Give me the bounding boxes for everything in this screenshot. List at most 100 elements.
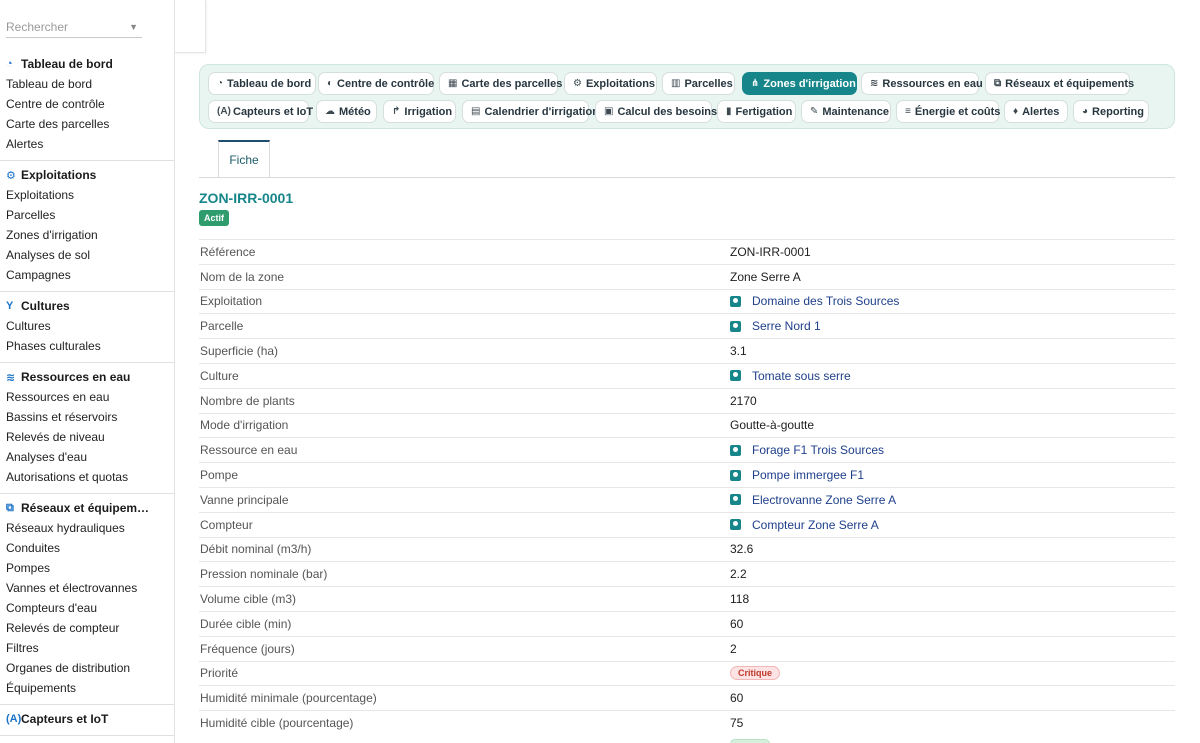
field-value[interactable]: Domaine des Trois Sources	[730, 294, 899, 308]
tab-reporting[interactable]: ◕ Reporting	[1073, 100, 1149, 123]
sidebar-group-label: Tableau de bord	[21, 57, 113, 71]
sidebar-item[interactable]: Analyses de sol	[0, 245, 174, 265]
tab-tableau-de-bord[interactable]: ◔ Tableau de bord	[208, 72, 316, 95]
sidebar-item[interactable]: Équipements	[0, 678, 174, 698]
field-value[interactable]: Forage F1 Trois Sources	[730, 443, 884, 457]
tab-label: Maintenance	[822, 105, 890, 118]
tab-zones-d-irrigation[interactable]: ⋔ Zones d'irrigation	[742, 72, 857, 95]
sidebar-group-title[interactable]: ⚙ Exploitations	[0, 165, 174, 185]
field-value[interactable]: Serre Nord 1	[730, 319, 821, 333]
detail-row: Compteur Compteur Zone Serre A	[199, 511, 1175, 537]
tab-exploitations[interactable]: ⚙ Exploitations	[564, 72, 657, 95]
sidebar-group-label: Exploitations	[21, 168, 97, 182]
sidebar-item[interactable]: Autorisations et quotas	[0, 467, 174, 487]
sidebar-item[interactable]: Alertes	[0, 134, 174, 154]
tab-parcelles[interactable]: ▥ Parcelles	[662, 72, 735, 95]
tab-maintenance[interactable]: ✎ Maintenance	[801, 100, 891, 123]
field-value: 60	[730, 617, 743, 631]
search-input[interactable]: Rechercher ▼	[6, 16, 142, 38]
field-label: Volume cible (m3)	[200, 592, 297, 607]
field-label: Exploitation	[200, 294, 263, 309]
calendar-icon: ▤	[471, 106, 481, 117]
record-link-icon	[730, 494, 741, 506]
tab-ressources-en-eau[interactable]: ≋ Ressources en eau	[861, 72, 983, 95]
field-value-text: 2	[730, 641, 737, 656]
tab-m-t-o[interactable]: ☁ Météo	[316, 100, 377, 123]
gauge-icon: ◔	[6, 58, 13, 70]
sidebar-item[interactable]: Réseaux hydrauliques	[0, 518, 174, 538]
sidebar-item[interactable]: Bassins et réservoirs	[0, 407, 174, 427]
sensor-icon: (A)	[217, 106, 231, 117]
field-value: Goutte-à-goutte	[730, 418, 814, 432]
field-value-text: Electrovanne Zone Serre A	[752, 492, 897, 507]
sidebar-item[interactable]: Compteurs d'eau	[0, 598, 174, 618]
sidebar-item[interactable]: Vannes et électrovannes	[0, 578, 174, 598]
sidebar-group-title[interactable]: (A) Capteurs et IoT	[0, 709, 174, 729]
sidebar-group-title[interactable]: ⧉ Réseaux et équipem…	[0, 498, 174, 518]
sidebar: Rechercher ▼ ◔ Tableau de bord Tableau de …	[0, 0, 175, 743]
sidebar-group: (A) Capteurs et IoT	[0, 705, 174, 736]
sidebar-item[interactable]: Exploitations	[0, 185, 174, 205]
sidebar-item[interactable]: Analyses d'eau	[0, 447, 174, 467]
record-title: ZON-IRR-0001	[199, 190, 294, 206]
tab-label: Ressources en eau	[882, 77, 983, 90]
chart-pie-icon: ◕	[1082, 106, 1089, 117]
sidebar-item[interactable]: Relevés de compteur	[0, 618, 174, 638]
sidebar-item[interactable]: Campagnes	[0, 265, 174, 285]
sidebar-item[interactable]: Filtres	[0, 638, 174, 658]
tab--nergie-et-co-ts[interactable]: ≡ Énergie et coûts	[896, 100, 1000, 123]
field-label: Débit nominal (m3/h)	[200, 542, 312, 557]
field-value[interactable]: Compteur Zone Serre A	[730, 518, 879, 532]
sidebar-item[interactable]: Relevés de niveau	[0, 427, 174, 447]
sidebar-item[interactable]: Phases culturales	[0, 336, 174, 356]
record-link-icon	[730, 444, 741, 456]
sidebar-item[interactable]: Pompes	[0, 558, 174, 578]
tab-calcul-des-besoins[interactable]: ▣ Calcul des besoins	[595, 100, 717, 123]
detail-row: Nom de la zone Zone Serre A	[199, 263, 1175, 289]
field-value[interactable]: Tomate sous serre	[730, 369, 851, 383]
field-value-text: Pompe immergee F1	[752, 468, 865, 483]
field-label: Ressource en eau	[200, 443, 298, 458]
tab-fiche[interactable]: Fiche	[218, 140, 270, 178]
field-value[interactable]: Electrovanne Zone Serre A	[730, 493, 896, 507]
sidebar-item[interactable]: Organes de distribution	[0, 658, 174, 678]
tab-label: Météo	[339, 105, 371, 118]
tab-calendrier-d-irrigation[interactable]: ▤ Calendrier d'irrigation	[462, 100, 599, 123]
chevron-down-icon[interactable]: ▼	[129, 16, 138, 38]
field-value: ZON-IRR-0001	[730, 245, 811, 259]
sidebar-item[interactable]: Carte des parcelles	[0, 114, 174, 134]
sidebar-item[interactable]: Cultures	[0, 316, 174, 336]
seedling-icon: Y	[6, 300, 14, 312]
field-label: Compteur	[200, 517, 253, 532]
tab-capteurs-et-iot[interactable]: (A) Capteurs et IoT	[208, 100, 313, 123]
sidebar-group-title[interactable]: Y Cultures	[0, 296, 174, 316]
field-value-text: 3.1	[730, 344, 747, 359]
sidebar-item[interactable]: Parcelles	[0, 205, 174, 225]
water-icon: ≋	[6, 371, 16, 384]
detail-row: Culture Tomate sous serre	[199, 362, 1175, 388]
field-label: Durée cible (min)	[200, 616, 292, 631]
tab-irrigation[interactable]: ↱ Irrigation	[383, 100, 456, 123]
network-icon: ⧉	[6, 501, 14, 514]
header-box	[175, 0, 206, 53]
sidebar-group-label: Ressources en eau	[21, 370, 131, 384]
tab-alertes[interactable]: ♦ Alertes	[1004, 100, 1068, 123]
sidebar-group-title[interactable]: ≋ Ressources en eau	[0, 367, 174, 387]
sidebar-item[interactable]: Ressources en eau	[0, 387, 174, 407]
tab-carte-des-parcelles[interactable]: ▦ Carte des parcelles	[439, 72, 562, 95]
sidebar-item[interactable]: Tableau de bord	[0, 74, 174, 94]
field-value-text: Domaine des Trois Sources	[752, 294, 900, 309]
field-value[interactable]: Pompe immergee F1	[730, 468, 864, 482]
sidebar-item[interactable]: Zones d'irrigation	[0, 225, 174, 245]
sidebar-group: Y Cultures Cultures Phases culturales	[0, 292, 174, 363]
sidebar-group: ⧉ Réseaux et équipem… Réseaux hydrauliques…	[0, 494, 174, 705]
sidebar-group-title[interactable]: ◔ Tableau de bord	[0, 54, 174, 74]
field-label: Pression nominale (bar)	[200, 567, 328, 582]
field-label: Culture	[200, 368, 239, 383]
sidebar-item[interactable]: Centre de contrôle	[0, 94, 174, 114]
field-label: Humidité cible (pourcentage)	[200, 716, 354, 731]
tab-fertigation[interactable]: ▮ Fertigation	[717, 100, 796, 123]
tab-centre-de-contr-le[interactable]: ◐ Centre de contrôle	[318, 72, 434, 95]
sidebar-item[interactable]: Conduites	[0, 538, 174, 558]
tab-r-seaux-et-quipements[interactable]: ⧉ Réseaux et équipements	[985, 72, 1134, 95]
